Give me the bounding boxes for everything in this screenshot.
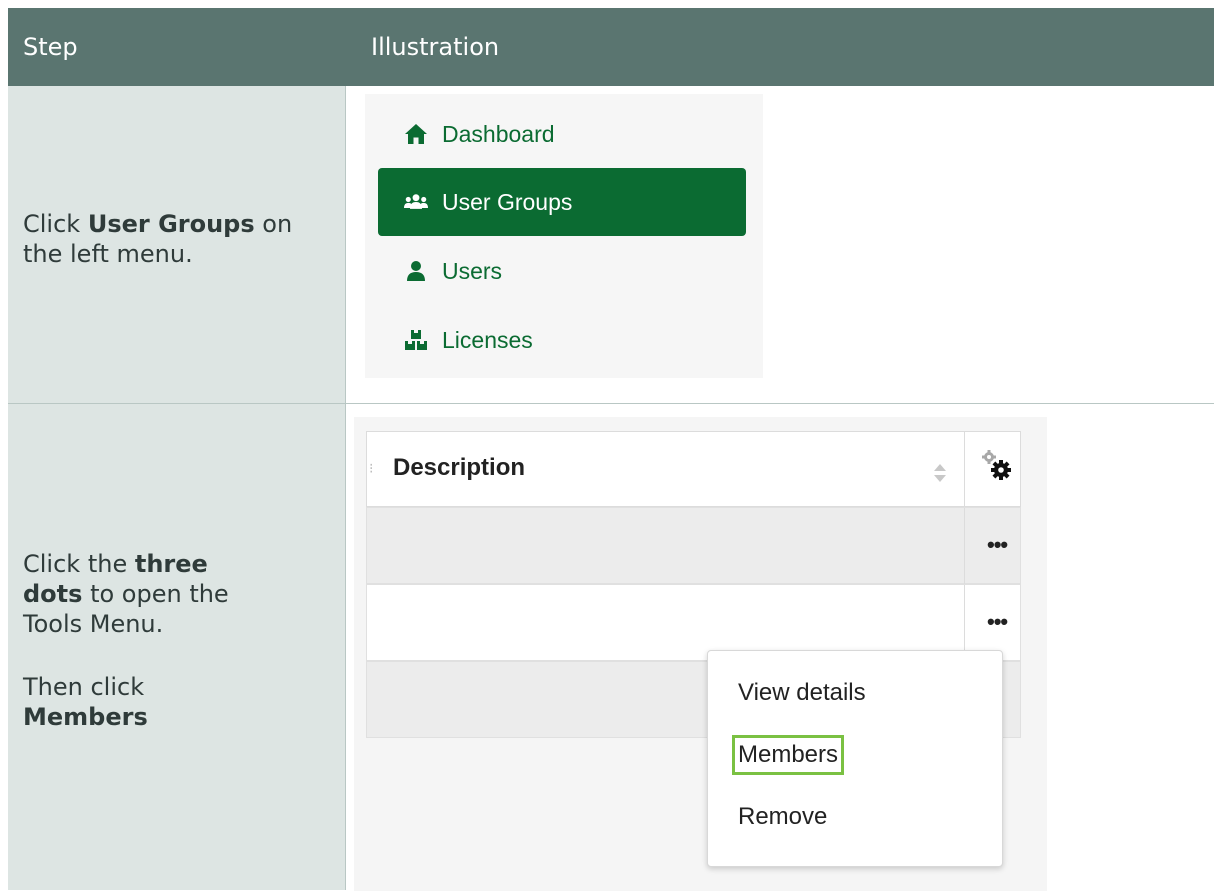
column-resize-handle[interactable]: ⁝ bbox=[369, 460, 373, 477]
tools-menu-screenshot: ⁝ Description ••• ••• View details Membe… bbox=[354, 417, 1047, 891]
table-row: ••• bbox=[366, 507, 1021, 585]
row-actions-button[interactable]: ••• bbox=[987, 532, 1008, 558]
tools-menu-view-details[interactable]: View details bbox=[738, 679, 866, 707]
sort-icon[interactable] bbox=[933, 462, 947, 488]
column-header-description[interactable]: Description bbox=[393, 454, 525, 482]
tools-menu-members[interactable]: Members bbox=[731, 735, 845, 775]
menu-label-dashboard: Dashboard bbox=[442, 120, 555, 147]
menu-item-users[interactable]: Users bbox=[378, 237, 746, 305]
menu-item-user-groups[interactable]: User Groups bbox=[378, 168, 746, 236]
menu-item-dashboard[interactable]: Dashboard bbox=[378, 100, 746, 168]
user-groups-icon bbox=[404, 190, 428, 214]
column-separator bbox=[964, 508, 965, 585]
step-1-instruction: Click User Groups on the left menu. bbox=[23, 210, 293, 268]
header-illustration: Illustration bbox=[371, 33, 500, 61]
menu-item-licenses[interactable]: Licenses bbox=[378, 306, 746, 374]
header-step: Step bbox=[23, 33, 78, 61]
row-actions-button[interactable]: ••• bbox=[987, 609, 1008, 635]
table-header-row: ⁝ Description bbox=[366, 431, 1021, 508]
tools-menu: View details Members Remove bbox=[707, 650, 1003, 867]
left-menu-screenshot: Dashboard User Groups Users Licenses bbox=[365, 94, 763, 378]
step-2-instruction: Click the three dots to open the Tools M… bbox=[23, 550, 229, 638]
instruction-table: Step Illustration Click User Groups on t… bbox=[8, 8, 1214, 891]
step-2-instruction-then: Then click Members bbox=[23, 673, 148, 731]
column-settings-gear-icon[interactable] bbox=[979, 448, 1015, 488]
menu-label-user-groups: User Groups bbox=[442, 188, 573, 215]
step-cell-2 bbox=[8, 404, 345, 890]
home-icon bbox=[404, 122, 428, 146]
column-separator bbox=[964, 432, 965, 508]
menu-label-licenses: Licenses bbox=[442, 326, 533, 353]
user-icon bbox=[404, 259, 428, 283]
tools-menu-remove[interactable]: Remove bbox=[738, 803, 827, 831]
table-header: Step Illustration bbox=[8, 8, 1214, 86]
menu-label-users: Users bbox=[442, 257, 503, 284]
column-divider bbox=[345, 86, 346, 890]
row-divider bbox=[8, 403, 1214, 404]
licenses-icon bbox=[404, 328, 428, 352]
